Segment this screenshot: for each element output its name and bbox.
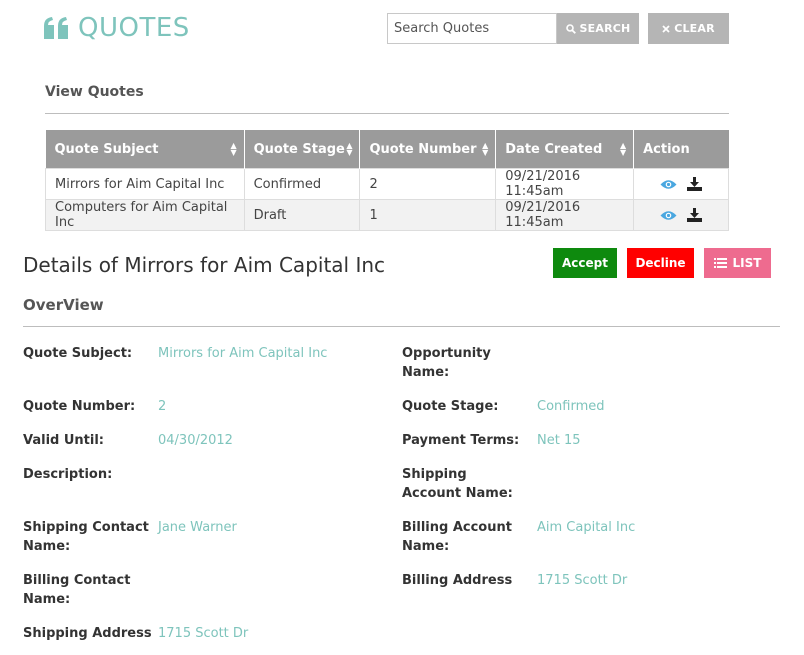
field-value-quote-number: 2 [158, 399, 167, 414]
divider [23, 326, 780, 327]
field-label-shipping-contact-name: Shipping Contact Name: [23, 520, 149, 554]
search-icon [565, 23, 576, 34]
column-header-quote-subject[interactable]: Quote Subject ▲ ▼ [45, 130, 245, 169]
view-eye-icon[interactable] [660, 179, 677, 190]
field-label-shipping-account-name: Shipping Account Name: [402, 467, 513, 501]
overview-title: OverView [23, 296, 104, 314]
cell-quote-number: 2 [359, 168, 497, 200]
table-row[interactable]: Mirrors for Aim Capital Inc Confirmed 2 … [45, 168, 729, 200]
search-button-label: SEARCH [579, 22, 631, 35]
field-value-billing-account-name: Aim Capital Inc [537, 520, 636, 535]
field-label-opportunity-name: Opportunity Name: [402, 346, 491, 380]
download-icon[interactable] [687, 177, 703, 191]
cell-date-created: 09/21/2016 11:45am [495, 199, 635, 231]
field-label-description: Description: [23, 467, 113, 482]
field-label-payment-terms: Payment Terms: [402, 433, 520, 448]
search-input[interactable] [387, 13, 557, 44]
cell-quote-stage: Draft [243, 199, 361, 231]
field-value-quote-subject: Mirrors for Aim Capital Inc [158, 346, 328, 361]
clear-button-label: CLEAR [674, 22, 715, 35]
quotes-table: Quote Subject ▲ ▼ Quote Stage ▲ ▼ Quote Nu… [45, 130, 729, 231]
quote-marks-icon [44, 17, 68, 39]
page-title: QUOTES [78, 13, 190, 43]
page-header: QUOTES [44, 12, 190, 44]
cell-action [633, 199, 729, 231]
download-icon[interactable] [687, 208, 703, 222]
accept-button[interactable]: Accept [553, 248, 617, 278]
search-button[interactable]: SEARCH [557, 13, 639, 44]
cell-quote-stage: Confirmed [243, 168, 361, 200]
column-header-date-created[interactable]: Date Created ▲ ▼ [495, 130, 635, 169]
divider [45, 113, 729, 114]
sort-icon[interactable]: ▲ ▼ [482, 142, 488, 157]
cell-date-created: 09/21/2016 11:45am [495, 168, 635, 200]
close-icon [662, 24, 670, 33]
table-header-row: Quote Subject ▲ ▼ Quote Stage ▲ ▼ Quote Nu… [45, 130, 729, 169]
sort-icon[interactable]: ▲ ▼ [346, 142, 352, 157]
field-value-payment-terms: Net 15 [537, 433, 581, 448]
cell-quote-number: 1 [359, 199, 497, 231]
decline-button[interactable]: Decline [627, 248, 694, 278]
details-title: Details of Mirrors for Aim Capital Inc [23, 253, 386, 277]
field-label-quote-number: Quote Number: [23, 399, 136, 414]
view-eye-icon[interactable] [660, 210, 677, 221]
sort-icon[interactable]: ▲ ▼ [230, 142, 236, 157]
sort-icon[interactable]: ▲ ▼ [620, 142, 626, 157]
view-quotes-title: View Quotes [45, 84, 144, 100]
field-value-quote-stage: Confirmed [537, 399, 605, 414]
field-value-shipping-address: 1715 Scott Dr [158, 626, 249, 641]
clear-button[interactable]: CLEAR [648, 13, 729, 44]
cell-quote-subject: Computers for Aim Capital Inc [45, 199, 245, 231]
field-label-shipping-address: Shipping Address [23, 626, 152, 641]
field-label-quote-stage: Quote Stage: [402, 399, 499, 414]
list-button[interactable]: LIST [704, 248, 771, 278]
list-button-label: LIST [732, 256, 762, 270]
field-label-quote-subject: Quote Subject: [23, 346, 133, 361]
field-value-shipping-contact-name: Jane Warner [158, 520, 237, 535]
field-value-valid-until: 04/30/2012 [158, 433, 233, 448]
field-label-billing-contact-name: Billing Contact Name: [23, 573, 131, 607]
table-row[interactable]: Computers for Aim Capital Inc Draft 1 09… [45, 199, 729, 231]
cell-quote-subject: Mirrors for Aim Capital Inc [45, 168, 245, 200]
list-icon [713, 258, 727, 268]
field-label-billing-account-name: Billing Account Name: [402, 520, 512, 554]
column-header-action: Action [633, 130, 729, 169]
cell-action [633, 168, 729, 200]
column-header-quote-stage[interactable]: Quote Stage ▲ ▼ [244, 130, 361, 169]
column-header-quote-number[interactable]: Quote Number ▲ ▼ [359, 130, 497, 169]
field-label-valid-until: Valid Until: [23, 433, 105, 448]
field-label-billing-address: Billing Address [402, 573, 513, 588]
field-value-billing-address: 1715 Scott Dr [537, 573, 628, 588]
